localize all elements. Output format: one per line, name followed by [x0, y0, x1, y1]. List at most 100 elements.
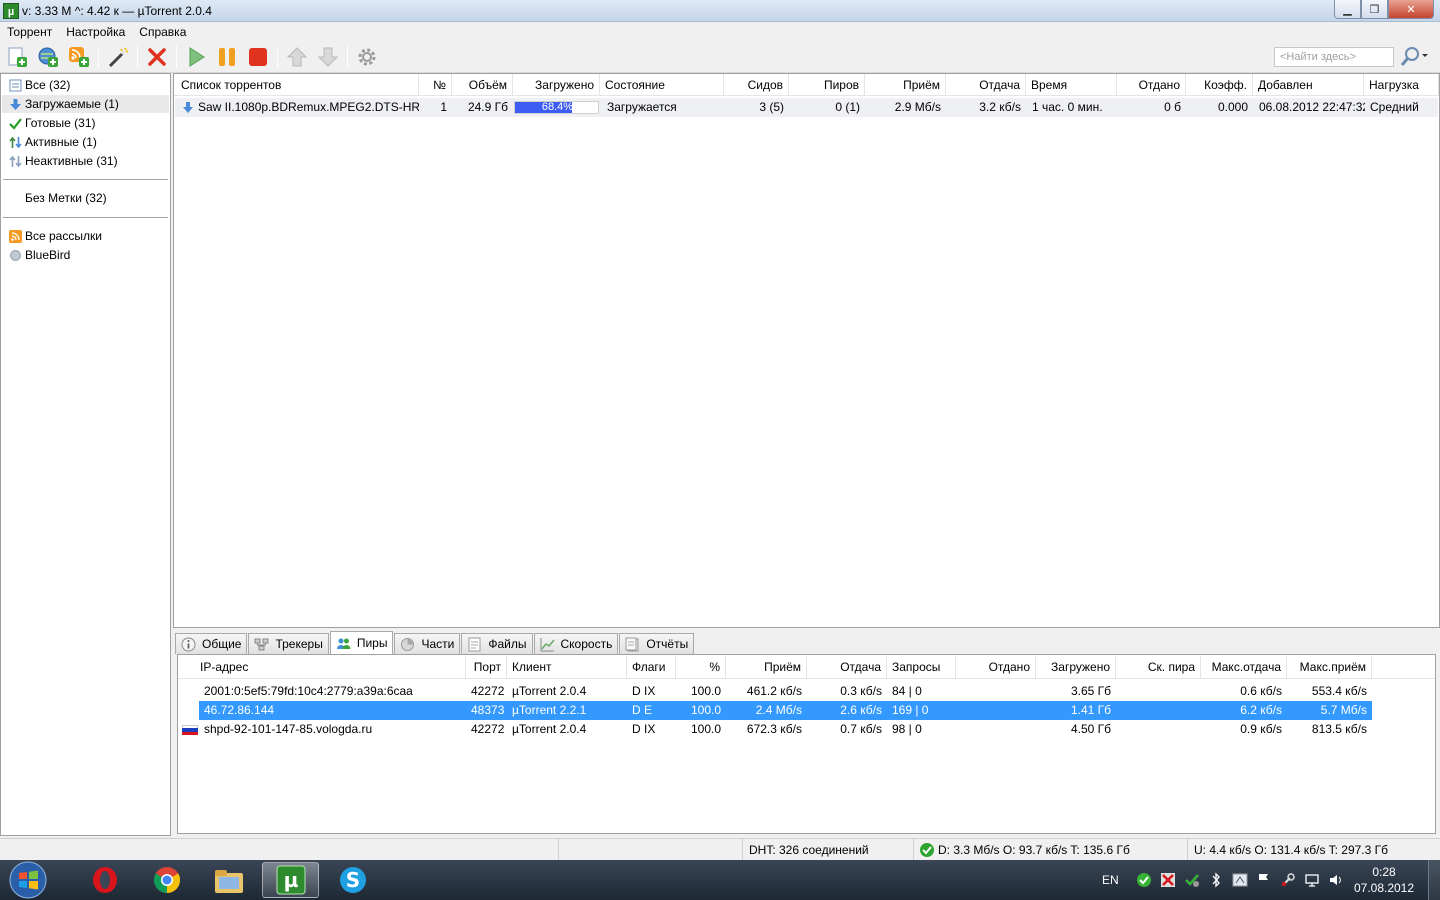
- utorrent-app-icon[interactable]: µ: [3, 3, 19, 19]
- search-input[interactable]: <Найти здесь>: [1274, 47, 1394, 67]
- add-url-button[interactable]: [36, 45, 60, 69]
- peer-row[interactable]: 46.72.86.144 48373 µTorrent 2.2.1 D E 100.0 2…: [199, 701, 1372, 720]
- torrent-peers: 0 (1): [835, 100, 860, 114]
- pause-button[interactable]: [215, 45, 239, 69]
- peer-max-up: 0.9 кб/s: [1240, 722, 1282, 736]
- network-icon[interactable]: [1304, 872, 1320, 888]
- taskbar-opera[interactable]: [76, 862, 133, 898]
- col-peer-up[interactable]: Отдача: [807, 656, 887, 678]
- create-torrent-button[interactable]: [106, 45, 130, 69]
- torrent-row[interactable]: Saw II.1080p.BDRemux.MPEG2.DTS-HR.r... 1…: [175, 98, 1438, 117]
- col-up-speed[interactable]: Отдача: [946, 74, 1026, 96]
- col-percent[interactable]: %: [676, 656, 726, 678]
- taskbar-clock[interactable]: 0:28 07.08.2012: [1352, 864, 1416, 896]
- tab-logger[interactable]: Отчёты: [619, 633, 695, 654]
- torrent-progress-bar: 68.4%: [514, 101, 599, 114]
- svg-text:µ: µ: [283, 868, 298, 892]
- remove-torrent-button[interactable]: [145, 45, 169, 69]
- tab-pieces[interactable]: Части: [394, 633, 461, 654]
- taskbar-chrome[interactable]: [138, 862, 195, 898]
- peer-up-speed: 0.7 кб/s: [840, 722, 882, 736]
- bluetooth-icon[interactable]: [1208, 872, 1224, 888]
- tab-speed[interactable]: Скорость: [533, 633, 619, 654]
- tab-trackers[interactable]: Трекеры: [248, 633, 329, 654]
- menu-settings[interactable]: Настройка: [59, 22, 132, 41]
- move-up-button[interactable]: [285, 45, 309, 69]
- tab-peers[interactable]: Пиры: [329, 631, 394, 654]
- peer-downloaded: 1.41 Гб: [1070, 703, 1111, 717]
- col-peer-down[interactable]: Приём: [726, 656, 807, 678]
- col-number[interactable]: №: [419, 74, 452, 96]
- col-peers[interactable]: Пиров: [789, 74, 865, 96]
- taskbar-explorer[interactable]: [200, 862, 257, 898]
- minimize-button[interactable]: ▁: [1334, 0, 1361, 19]
- tab-files[interactable]: Файлы: [461, 633, 533, 654]
- col-port[interactable]: Порт: [466, 656, 507, 678]
- dht-status[interactable]: DHT: 326 соединений: [742, 839, 912, 861]
- volume-icon[interactable]: [1328, 872, 1344, 888]
- sidebar-item-all[interactable]: Все (32): [8, 76, 70, 94]
- peer-row[interactable]: shpd-92-101-147-85.vologda.ru 42272 µTorre…: [182, 720, 1372, 739]
- add-rss-button[interactable]: [67, 45, 91, 69]
- menu-help[interactable]: Справка: [132, 22, 193, 41]
- tray-ok-icon[interactable]: [1136, 872, 1152, 888]
- action-center-flag-icon[interactable]: [1256, 872, 1272, 888]
- peer-row[interactable]: 2001:0:5ef5:79fd:10c4:2779:a39a:6caa 4227…: [199, 682, 1372, 701]
- taskbar-skype[interactable]: S: [324, 862, 381, 898]
- stop-button[interactable]: [246, 45, 270, 69]
- settings-button[interactable]: [355, 45, 379, 69]
- col-size[interactable]: Объём: [452, 74, 513, 96]
- col-ratio[interactable]: Коэфф.: [1186, 74, 1253, 96]
- tray-app-icon[interactable]: [1232, 872, 1248, 888]
- show-desktop-button[interactable]: [1428, 860, 1440, 900]
- tray-antivirus-icon[interactable]: [1184, 872, 1200, 888]
- menu-torrent[interactable]: Торрент: [0, 22, 59, 41]
- col-seeds[interactable]: Сидов: [724, 74, 789, 96]
- col-ip[interactable]: IP-адрес: [195, 656, 466, 678]
- title-bar[interactable]: µ v: 3.33 M ^: 4.42 к — µTorrent 2.0.4 ▁…: [0, 0, 1440, 22]
- speed-icon: [540, 637, 555, 652]
- close-button[interactable]: ✕: [1388, 0, 1434, 19]
- col-eta[interactable]: Время: [1026, 74, 1117, 96]
- col-uploaded[interactable]: Отдано: [1117, 74, 1186, 96]
- col-peer-speed[interactable]: Ск. пира: [1116, 656, 1201, 678]
- search-button[interactable]: [1398, 45, 1428, 69]
- move-down-button[interactable]: [316, 45, 340, 69]
- col-availability[interactable]: Нагрузка: [1364, 74, 1439, 96]
- torrent-list[interactable]: Список торрентов № Объём Загружено Состо…: [173, 73, 1440, 628]
- sidebar-item-no-label[interactable]: Без Метки (32): [25, 189, 107, 207]
- tab-general[interactable]: Общие: [175, 633, 248, 654]
- col-flags[interactable]: Флаги: [627, 656, 676, 678]
- maximize-button[interactable]: ❐: [1361, 0, 1388, 19]
- col-done[interactable]: Загружено: [513, 74, 600, 96]
- sidebar-item-completed[interactable]: Готовые (31): [8, 114, 96, 132]
- col-client[interactable]: Клиент: [507, 656, 627, 678]
- peer-up-speed: 2.6 кб/s: [840, 703, 882, 717]
- tray-utorrent-icon[interactable]: [1160, 872, 1176, 888]
- sidebar-item-bluebird[interactable]: BlueBird: [8, 246, 70, 264]
- clock-date: 07.08.2012: [1353, 881, 1415, 895]
- col-down-speed[interactable]: Приём: [865, 74, 946, 96]
- col-added[interactable]: Добавлен: [1253, 74, 1364, 96]
- peers-list[interactable]: IP-адрес Порт Клиент Флаги % Приём Отдач…: [177, 654, 1436, 834]
- sidebar-item-inactive[interactable]: Неактивные (31): [8, 152, 118, 170]
- peer-client: µTorrent 2.2.1: [512, 703, 587, 717]
- tray-wrench-icon[interactable]: [1280, 872, 1296, 888]
- col-peer-uploaded[interactable]: Отдано: [956, 656, 1036, 678]
- col-max-down[interactable]: Макс.приём: [1287, 656, 1372, 678]
- add-torrent-button[interactable]: [5, 45, 29, 69]
- col-status[interactable]: Состояние: [600, 74, 724, 96]
- start-button[interactable]: [184, 45, 208, 69]
- upload-transfer-status[interactable]: U: 4.4 кб/s O: 131.4 кб/s T: 297.3 Гб: [1187, 839, 1440, 861]
- col-peer-downloaded[interactable]: Загружено: [1036, 656, 1116, 678]
- taskbar-utorrent[interactable]: µ: [262, 862, 319, 898]
- sidebar-item-downloading[interactable]: Загружаемые (1): [2, 95, 169, 113]
- sidebar-item-all-feeds[interactable]: Все рассылки: [8, 227, 102, 245]
- col-requests[interactable]: Запросы: [887, 656, 956, 678]
- download-transfer-status[interactable]: D: 3.3 Мб/s O: 93.7 кб/s T: 135.6 Гб: [913, 839, 1185, 861]
- start-button[interactable]: [6, 860, 50, 900]
- col-max-up[interactable]: Макс.отдача: [1201, 656, 1287, 678]
- sidebar-item-active[interactable]: Активные (1): [8, 133, 97, 151]
- col-name[interactable]: Список торрентов: [174, 74, 419, 96]
- language-indicator[interactable]: EN: [1102, 873, 1132, 887]
